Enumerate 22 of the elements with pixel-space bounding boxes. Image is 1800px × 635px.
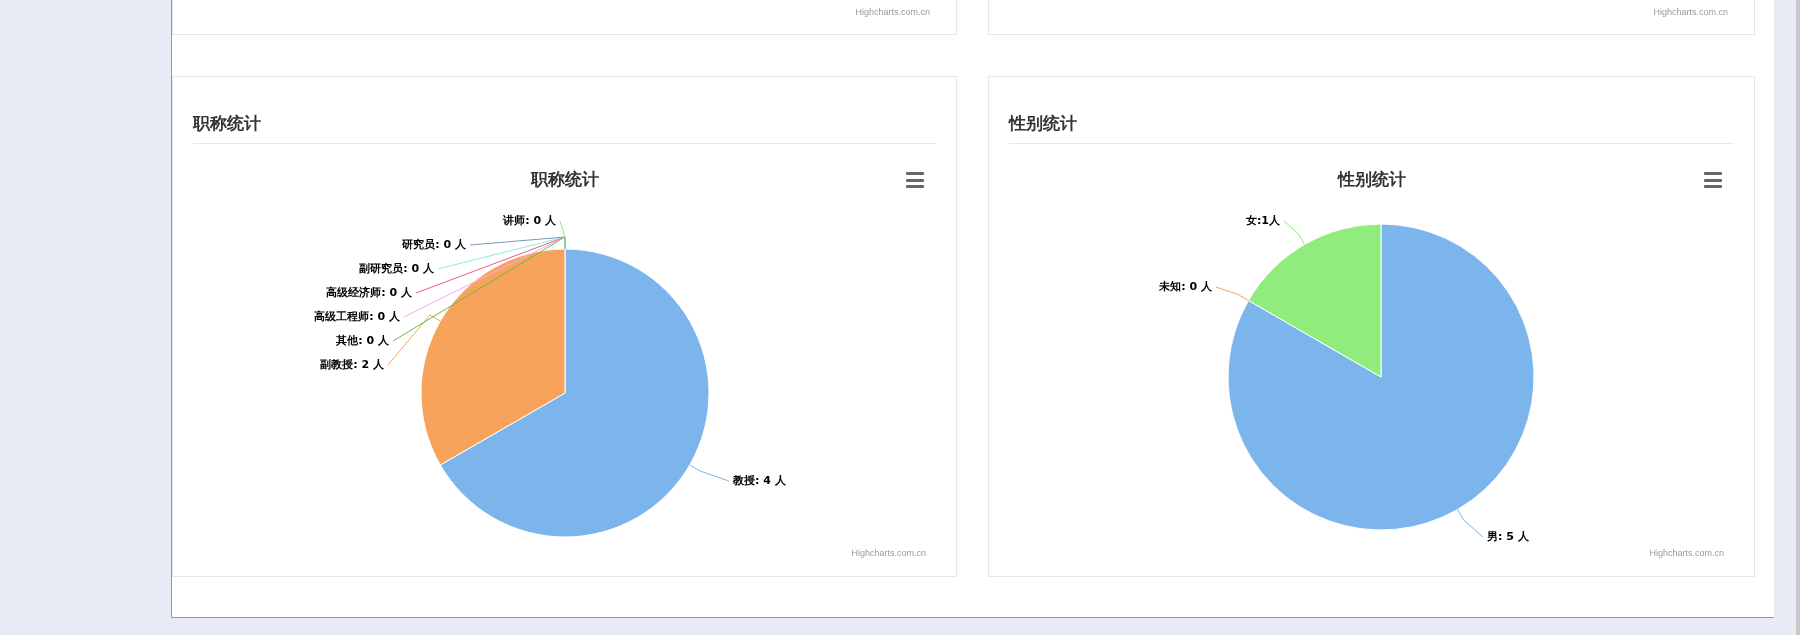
data-label: 副研究员: 0 人: [359, 262, 434, 275]
chart-title: 性别统计: [1337, 168, 1406, 191]
data-label: 研究员: 0 人: [402, 238, 466, 251]
menu-icon[interactable]: [906, 172, 924, 188]
card-heading: 职称统计: [193, 77, 936, 144]
credits-link[interactable]: Highcharts.com.cn: [1653, 7, 1728, 17]
data-label: 未知: 0 人: [1159, 280, 1212, 293]
data-label: 高级经济师: 0 人: [326, 286, 412, 299]
data-label: 副教授: 2 人: [320, 358, 384, 371]
card-heading: 性别统计: [1009, 77, 1734, 144]
credits-link[interactable]: Highcharts.com.cn: [1649, 548, 1724, 558]
data-label: 高级工程师: 0 人: [314, 310, 400, 323]
chart-title: 职称统计: [530, 168, 599, 191]
data-label: 其他: 0 人: [336, 334, 389, 347]
scrollbar[interactable]: [1796, 0, 1800, 635]
data-label: 讲师: 0 人: [503, 214, 556, 227]
credits-link[interactable]: Highcharts.com.cn: [855, 7, 930, 17]
data-label: 男: 5 人: [1487, 530, 1529, 543]
credits-link[interactable]: Highcharts.com.cn: [851, 548, 926, 558]
data-label: 女:1人: [1245, 214, 1280, 227]
data-label: 教授: 4 人: [733, 474, 786, 487]
menu-icon[interactable]: [1704, 172, 1722, 188]
